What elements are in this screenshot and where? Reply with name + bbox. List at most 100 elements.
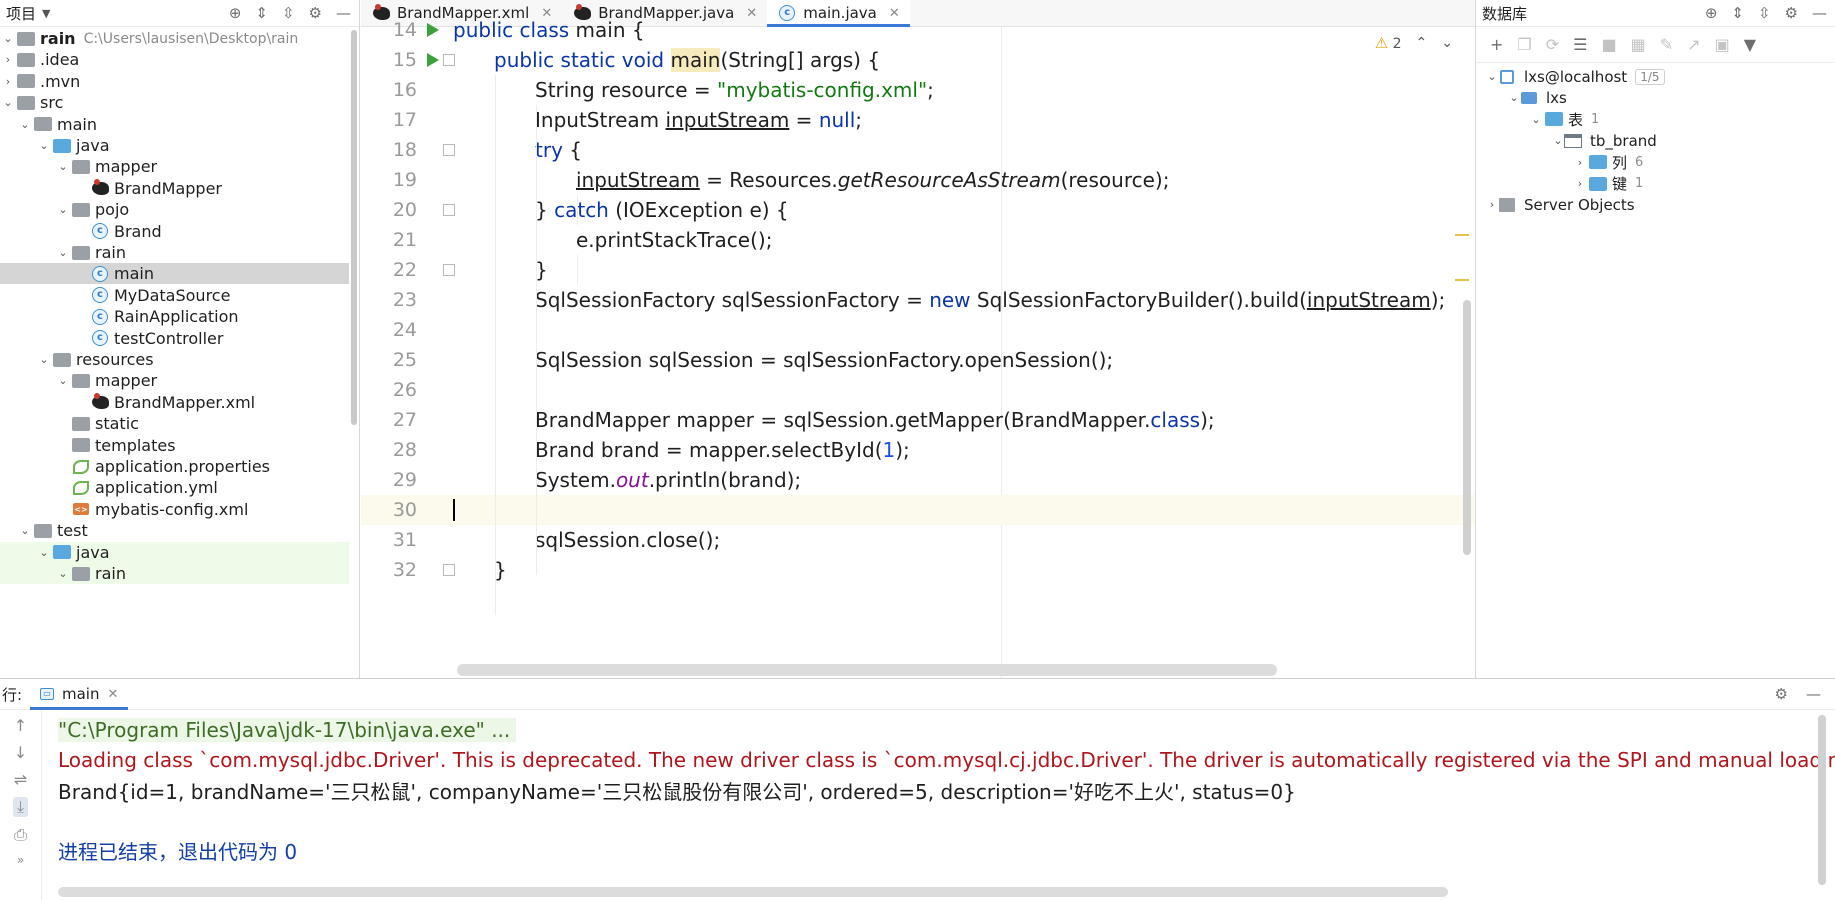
scroll-to-end-icon[interactable]: ⤓	[12, 797, 29, 817]
project-tree-item[interactable]: ⌄ test	[0, 520, 349, 541]
chevron-down-icon[interactable]: ⌄	[55, 203, 71, 216]
project-tree-item[interactable]: c testController	[0, 328, 349, 349]
chevron-down-icon[interactable]: ⌄	[17, 118, 33, 131]
chevron-down-icon[interactable]: ⌄	[17, 524, 33, 537]
project-tree-item[interactable]: ⌄ java	[0, 135, 349, 156]
jump-icon[interactable]: ↗	[1687, 35, 1700, 54]
project-tree-item[interactable]: templates	[0, 435, 349, 456]
project-tree-item[interactable]: › .mvn	[0, 71, 349, 92]
project-tree-item[interactable]: application.properties	[0, 456, 349, 477]
code-line[interactable]: 28 Brand brand = mapper.selectById(1);	[361, 435, 1475, 465]
project-tree-item[interactable]: c MyDataSource	[0, 285, 349, 306]
code-area[interactable]: 14 public class main {15 public static voi…	[361, 18, 1475, 678]
code-line[interactable]: 26	[361, 375, 1475, 405]
code-line[interactable]: 29 System.out.println(brand);	[361, 465, 1475, 495]
chevron-down-icon[interactable]: ⌄	[36, 546, 52, 559]
chevron-down-icon[interactable]: ⌄	[36, 353, 52, 366]
chevron-right-icon[interactable]: ›	[1572, 156, 1588, 169]
fold-icon[interactable]	[443, 54, 455, 66]
chevron-down-icon[interactable]: ⌄	[55, 246, 71, 259]
code-line[interactable]: 24	[361, 315, 1475, 345]
warning-stripe[interactable]	[1455, 234, 1469, 236]
soft-wrap-icon[interactable]: ⇌	[14, 770, 27, 789]
database-tree-item[interactable]: ⌄ lxs@localhost 1/5	[1476, 66, 1825, 87]
chevron-up-icon[interactable]: ⌃	[1416, 35, 1428, 51]
print-icon[interactable]: ⎙	[14, 825, 27, 845]
project-tree-item[interactable]: ⌄ pojo	[0, 199, 349, 220]
project-view-selector[interactable]: 项目 ▼	[6, 3, 50, 24]
chevron-down-icon[interactable]: ⌄	[1484, 70, 1500, 83]
expand-all-icon[interactable]: ⇕	[1731, 4, 1744, 22]
database-tree-item[interactable]: › Server Objects	[1476, 194, 1825, 215]
console-icon[interactable]: ▣	[1715, 35, 1730, 54]
properties-icon[interactable]: ☰	[1573, 35, 1587, 54]
chevron-down-icon[interactable]: ⌄	[0, 32, 16, 45]
project-tree-item[interactable]: ⌄ rain	[0, 563, 349, 584]
database-tree-item[interactable]: › 键 1	[1476, 173, 1825, 194]
project-tree-item[interactable]: c RainApplication	[0, 306, 349, 327]
project-tree-item[interactable]: ⌄ main	[0, 114, 349, 135]
chevron-right-icon[interactable]: ›	[0, 75, 16, 88]
expand-all-icon[interactable]: ⇕	[255, 4, 268, 22]
code-line[interactable]: 27 BrandMapper mapper = sqlSession.getMap…	[361, 405, 1475, 435]
chevron-down-icon[interactable]: ⌄	[55, 374, 71, 387]
database-tree-item[interactable]: › 列 6	[1476, 152, 1825, 173]
project-tree-item[interactable]: ⌄ mapper	[0, 156, 349, 177]
code-line[interactable]: 32}	[361, 555, 1475, 585]
stop-icon[interactable]: ■	[1602, 35, 1617, 54]
chevron-right-icon[interactable]: ›	[1572, 177, 1588, 190]
fold-icon[interactable]	[443, 204, 455, 216]
code-line[interactable]: 25 SqlSession sqlSession = sqlSessionFact…	[361, 345, 1475, 375]
run-icon[interactable]	[427, 53, 439, 67]
chevron-down-icon[interactable]: ⌄	[0, 96, 16, 109]
chevron-down-icon[interactable]: ⌄	[36, 139, 52, 152]
code-line[interactable]: 21 e.printStackTrace();	[361, 225, 1475, 255]
project-tree-item[interactable]: application.yml	[0, 477, 349, 498]
filter-icon[interactable]: ▼	[1744, 35, 1756, 54]
code-line[interactable]: 31 sqlSession.close();	[361, 525, 1475, 555]
database-tree-item[interactable]: ⌄ 表 1	[1476, 109, 1825, 130]
code-line[interactable]: 22}	[361, 255, 1475, 285]
project-tree-item[interactable]: ⌄ resources	[0, 349, 349, 370]
chevron-down-icon[interactable]: ⌄	[1528, 113, 1544, 126]
collapse-all-icon[interactable]: ⇳	[1758, 4, 1771, 22]
code-line[interactable]: 20} catch (IOException e) {	[361, 195, 1475, 225]
console-horizontal-scrollbar[interactable]	[58, 887, 1448, 897]
edit-icon[interactable]: ✎	[1660, 35, 1673, 54]
project-tree-item[interactable]: ⌄ mapper	[0, 370, 349, 391]
project-tree-item[interactable]: ⌄ src	[0, 92, 349, 113]
code-line[interactable]: 30	[361, 495, 1475, 525]
fold-icon[interactable]	[443, 264, 455, 276]
more-icon[interactable]: »	[17, 853, 24, 867]
project-tree-item[interactable]: ⌄ java	[0, 541, 349, 563]
up-arrow-icon[interactable]: ↑	[14, 716, 27, 735]
minimize-icon[interactable]: —	[336, 4, 351, 22]
add-icon[interactable]: +	[1490, 35, 1503, 54]
project-tree-item[interactable]: › .idea	[0, 49, 349, 70]
code-line[interactable]: 14 public class main {	[361, 15, 1475, 45]
gear-icon[interactable]: ⚙	[1785, 4, 1798, 22]
copy-icon[interactable]: ❐	[1517, 35, 1531, 54]
minimize-icon[interactable]: —	[1806, 685, 1821, 703]
project-tree-item[interactable]: static	[0, 413, 349, 434]
chevron-right-icon[interactable]: ›	[1484, 198, 1500, 211]
project-tree-item[interactable]: ⌄ rain	[0, 242, 349, 263]
editor-vertical-scrollbar[interactable]	[1463, 300, 1471, 555]
chevron-down-icon[interactable]: ⌄	[55, 567, 71, 580]
refresh-icon[interactable]: ⟳	[1546, 35, 1559, 54]
chevron-down-icon[interactable]: ⌄	[1506, 91, 1522, 104]
project-tree-item[interactable]: BrandMapper	[0, 178, 349, 199]
project-tree-item[interactable]: c Brand	[0, 221, 349, 242]
code-line[interactable]: 15 public static void main(String[] args)…	[361, 45, 1475, 75]
locate-icon[interactable]: ⊕	[1705, 4, 1718, 22]
fold-icon[interactable]	[443, 564, 455, 576]
project-tree-item[interactable]: ⌄ rain C:\Users\lausisen\Desktop\rain	[0, 28, 349, 49]
fold-icon[interactable]	[443, 144, 455, 156]
chevron-down-icon[interactable]: ⌄	[1441, 35, 1453, 51]
database-tree-item[interactable]: ⌄ lxs	[1476, 87, 1825, 108]
project-tree-item[interactable]: BrandMapper.xml	[0, 392, 349, 413]
collapse-all-icon[interactable]: ⇳	[282, 4, 295, 22]
chevron-right-icon[interactable]: ›	[0, 53, 16, 66]
project-scrollbar[interactable]	[351, 30, 357, 425]
down-arrow-icon[interactable]: ↓	[14, 743, 27, 762]
